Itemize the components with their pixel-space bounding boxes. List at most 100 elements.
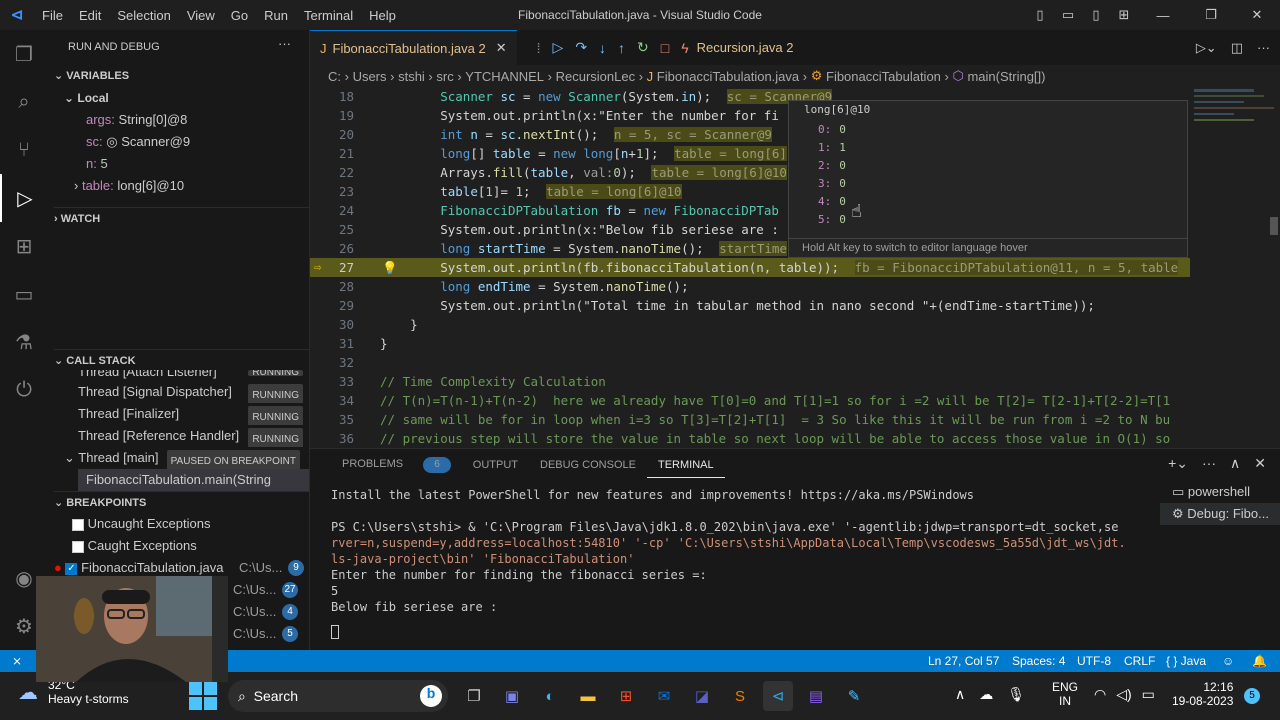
vscode-icon[interactable]: ⊲ xyxy=(763,681,793,711)
code-line[interactable]: 28 long endTime = System.nanoTime(); xyxy=(310,277,1190,296)
paint-icon[interactable]: ✎ xyxy=(839,681,869,711)
code-line[interactable]: 27 ⇨ 💡 System.out.println(fb.fibonacciTabu… xyxy=(310,258,1190,277)
split-editor-icon[interactable]: ◫ xyxy=(1231,40,1243,56)
close-icon[interactable]: ✕ xyxy=(1234,7,1280,23)
code-line[interactable]: 30 } xyxy=(310,315,1190,334)
line-number[interactable]: 31 xyxy=(310,334,354,353)
cursor-position[interactable]: Ln 27, Col 57 xyxy=(928,654,999,668)
stop-icon[interactable]: □ xyxy=(661,40,669,56)
weather-widget[interactable]: ☁ 32°C Heavy t-storms xyxy=(18,678,129,706)
menu-run[interactable]: Run xyxy=(256,8,296,23)
breakpoints-header[interactable]: ⌄ BREAKPOINTS xyxy=(54,491,309,513)
step-out-icon[interactable]: ↑ xyxy=(618,40,625,56)
terminal-debug[interactable]: ⚙ Debug: Fibo... xyxy=(1160,503,1280,525)
crumb-user[interactable]: stshi xyxy=(398,69,425,84)
line-number[interactable]: 34 xyxy=(310,391,354,410)
run-debug-icon[interactable]: ▷ xyxy=(0,174,48,222)
indentation[interactable]: Spaces: 4 xyxy=(1012,654,1065,668)
terminal-output[interactable]: Install the latest PowerShell for new fe… xyxy=(331,487,1151,639)
tab-recursion[interactable]: Recursion.java 2 xyxy=(689,30,804,65)
store-icon[interactable]: ⊞ xyxy=(611,681,641,711)
encoding[interactable]: UTF-8 xyxy=(1077,654,1111,668)
quick-settings[interactable]: ◠ ◁) ▭ xyxy=(1094,686,1155,703)
thread-finalizer[interactable]: Thread [Finalizer] RUNNING xyxy=(78,403,303,425)
layout-sidebar-icon[interactable]: ▯ xyxy=(1026,7,1054,23)
line-number[interactable]: 23 xyxy=(310,182,354,201)
crumb-package[interactable]: RecursionLec xyxy=(556,69,636,84)
array-element[interactable]: 1: 1 xyxy=(818,139,846,157)
variable-table[interactable]: › table: long[6]@10 xyxy=(74,175,184,197)
thread-reference-handler[interactable]: Thread [Reference Handler] RUNNING xyxy=(78,425,303,447)
callstack-header[interactable]: ⌄ CALL STACK xyxy=(54,349,309,371)
file-explorer-icon[interactable]: ▬ xyxy=(573,681,603,711)
debug-hover-widget[interactable]: long[6]@10 0: 0 1: 1 2: 0 3: 0 4: 0 5: 0 Hold Alt k… xyxy=(788,100,1188,258)
bp-uncaught-exceptions[interactable]: Uncaught Exceptions xyxy=(72,513,210,535)
remote-explorer-icon[interactable]: ▭ xyxy=(0,270,48,318)
extensions-icon[interactable]: ⊞ xyxy=(0,222,48,270)
variable-n[interactable]: n: 5 xyxy=(86,153,108,175)
tab-fibonacci-tabulation[interactable]: J FibonacciTabulation.java 2 ✕ xyxy=(310,30,517,65)
more-icon[interactable]: ··· xyxy=(1202,455,1216,472)
continue-icon[interactable]: ▷ xyxy=(553,39,564,56)
menu-terminal[interactable]: Terminal xyxy=(296,8,361,23)
line-number[interactable]: 20 xyxy=(310,125,354,144)
variable-sc[interactable]: sc: ◎ Scanner@9 xyxy=(86,131,190,153)
thread-signal-dispatcher[interactable]: Thread [Signal Dispatcher] RUNNING xyxy=(78,381,303,403)
edge-icon[interactable]: ◐ xyxy=(535,681,565,711)
code-line[interactable]: 35 // same will be for in loop when i=3 s… xyxy=(310,410,1190,429)
code-line[interactable]: 29 System.out.println("Total time in tab… xyxy=(310,296,1190,315)
tab-problems[interactable]: PROBLEMS 6 xyxy=(310,457,462,473)
close-panel-icon[interactable]: ✕ xyxy=(1254,455,1266,472)
array-element[interactable]: 3: 0 xyxy=(818,175,846,193)
menu-selection[interactable]: Selection xyxy=(109,8,178,23)
minimap[interactable] xyxy=(1190,87,1280,448)
line-number[interactable]: 25 xyxy=(310,220,354,239)
task-view-icon[interactable]: ❐ xyxy=(459,681,489,711)
line-number[interactable]: 33 xyxy=(310,372,354,391)
notifications-icon[interactable]: 🔔 xyxy=(1252,654,1267,668)
line-number[interactable]: 18 xyxy=(310,87,354,106)
checkbox[interactable] xyxy=(72,540,84,553)
menu-help[interactable]: Help xyxy=(361,8,404,23)
thread-main[interactable]: ⌄ Thread [main] PAUSED ON BREAKPOINT xyxy=(64,447,304,469)
line-number[interactable]: 26 xyxy=(310,239,354,258)
line-number[interactable]: 30 xyxy=(310,315,354,334)
code-line[interactable]: 36 // previous step will store the value … xyxy=(310,429,1190,448)
crumb-method[interactable]: main(String[]) xyxy=(967,69,1045,84)
code-line[interactable]: 32 xyxy=(310,353,1190,372)
mail-icon[interactable]: ✉ xyxy=(649,681,679,711)
line-number[interactable]: 32 xyxy=(310,353,354,372)
bp-caught-exceptions[interactable]: Caught Exceptions xyxy=(72,535,197,557)
line-number[interactable]: 35 xyxy=(310,410,354,429)
terminal-cursor[interactable] xyxy=(331,615,1151,639)
feedback-icon[interactable]: ☺ xyxy=(1222,654,1234,668)
microphone-icon[interactable]: 🎙 xyxy=(1007,686,1025,703)
video-editor-icon[interactable]: ▤ xyxy=(801,681,831,711)
restore-icon[interactable]: ❐ xyxy=(1188,7,1234,23)
terminal-powershell[interactable]: ▭ powershell xyxy=(1160,481,1280,503)
remote-icon[interactable]: ⨯ xyxy=(0,654,34,668)
scrollbar-thumb[interactable] xyxy=(1270,217,1278,235)
code-line[interactable]: 33 // Time Complexity Calculation xyxy=(310,372,1190,391)
teams-icon[interactable]: ▣ xyxy=(497,681,527,711)
menu-file[interactable]: File xyxy=(34,8,71,23)
run-icon[interactable]: ▷⌄ xyxy=(1196,40,1217,56)
menu-go[interactable]: Go xyxy=(223,8,256,23)
line-number[interactable]: 24 xyxy=(310,201,354,220)
line-number[interactable]: 21 xyxy=(310,144,354,163)
crumb-file[interactable]: FibonacciTabulation.java xyxy=(657,69,799,84)
tab-debug-console[interactable]: DEBUG CONSOLE xyxy=(529,459,647,471)
code-line[interactable]: 31} xyxy=(310,334,1190,353)
array-element[interactable]: 2: 0 xyxy=(818,157,846,175)
stack-frame-main[interactable]: FibonacciTabulation.main(String xyxy=(78,469,309,491)
line-number[interactable]: 29 xyxy=(310,296,354,315)
layout-secondary-icon[interactable]: ▯ xyxy=(1082,7,1110,23)
sublime-icon[interactable]: S xyxy=(725,681,755,711)
new-terminal-icon[interactable]: +⌄ xyxy=(1168,455,1188,472)
layout-panel-icon[interactable]: ▭ xyxy=(1054,7,1082,23)
step-over-icon[interactable]: ↷ xyxy=(575,39,587,56)
bp-line-4[interactable]: C:\Us... 4 xyxy=(233,601,303,623)
watch-header[interactable]: › WATCH xyxy=(54,207,309,229)
power-icon[interactable]: ⏻ xyxy=(0,366,48,414)
language-mode[interactable]: { } Java xyxy=(1166,654,1206,668)
